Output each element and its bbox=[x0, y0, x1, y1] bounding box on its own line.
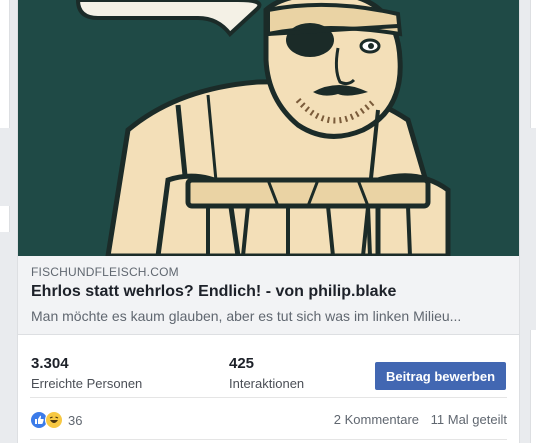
divider bbox=[30, 397, 507, 398]
reactions-summary[interactable]: 36 bbox=[30, 409, 82, 431]
reaction-count: 36 bbox=[68, 412, 83, 428]
boost-post-button[interactable]: Beitrag bewerben bbox=[375, 362, 506, 390]
link-preview-image[interactable] bbox=[18, 0, 519, 256]
engagement-value: 425 bbox=[229, 355, 255, 372]
insights-bar: 3.304 Erreichte Personen 425 Interaktion… bbox=[18, 347, 519, 397]
adjacent-card-left bbox=[0, 0, 10, 128]
engagement-label: Interaktionen bbox=[229, 376, 305, 391]
divider-bottom bbox=[30, 439, 507, 440]
reach-value: 3.304 bbox=[31, 355, 69, 372]
post-card: FISCHUNDFLEISCH.COM Ehrlos statt wehrlos… bbox=[17, 0, 520, 443]
engagement-counts: 2 Kommentare 11 Mal geteilt bbox=[326, 412, 507, 427]
haha-icon bbox=[45, 411, 63, 429]
link-domain: FISCHUNDFLEISCH.COM bbox=[31, 265, 179, 279]
shares-count[interactable]: 11 Mal geteilt bbox=[431, 412, 507, 427]
link-title[interactable]: Ehrlos statt wehrlos? Endlich! - von phi… bbox=[31, 283, 396, 301]
comments-count[interactable]: 2 Kommentare bbox=[334, 412, 419, 427]
link-description: Man möchte es kaum glauben, aber es tut … bbox=[31, 308, 462, 324]
adjacent-card-right-lower bbox=[530, 330, 536, 443]
reach-stat[interactable]: 3.304 Erreichte Personen bbox=[31, 355, 142, 391]
reach-label: Erreichte Personen bbox=[31, 376, 143, 391]
link-preview[interactable]: FISCHUNDFLEISCH.COM Ehrlos statt wehrlos… bbox=[18, 256, 519, 335]
engagement-stat[interactable]: 425 Interaktionen bbox=[229, 355, 304, 391]
adjacent-card-right bbox=[530, 0, 536, 128]
adjacent-card-left-lower bbox=[0, 206, 10, 232]
pirate-illustration bbox=[18, 0, 519, 256]
